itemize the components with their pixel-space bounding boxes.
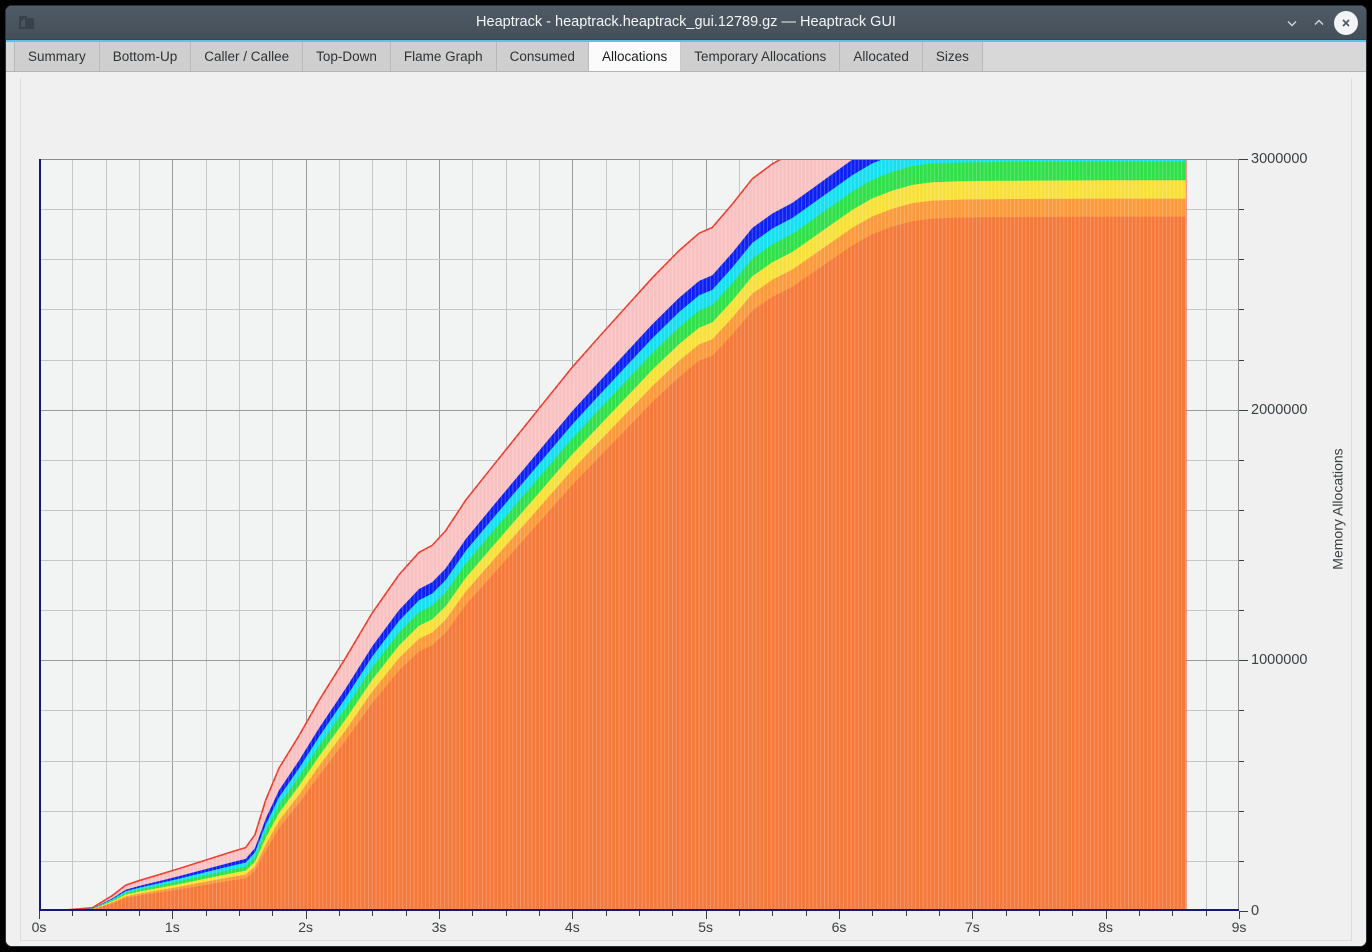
x-tick-label: 4s [565, 919, 580, 935]
y-tick [1239, 761, 1244, 762]
y-tick [1239, 209, 1244, 210]
x-tick [472, 911, 473, 916]
x-tick [772, 911, 773, 916]
y-axis-line [39, 159, 41, 911]
tab-consumed[interactable]: Consumed [497, 42, 589, 71]
x-tick [172, 911, 173, 919]
x-tick-label: 6s [832, 919, 847, 935]
x-tick [439, 911, 440, 919]
tab-caller-callee[interactable]: Caller / Callee [191, 42, 303, 71]
stacked-area-series [39, 159, 1239, 911]
tab-allocated[interactable]: Allocated [840, 42, 923, 71]
y-tick [1239, 159, 1248, 160]
y-tick-label: 3000000 [1251, 151, 1307, 167]
x-tick [672, 911, 673, 916]
x-tick [972, 911, 973, 919]
plot-area[interactable] [39, 159, 1239, 911]
x-tick [372, 911, 373, 916]
x-tick-label: 7s [965, 919, 980, 935]
x-axis-labels: 0s1s2s3s4s5s6s7s8s9s [39, 919, 1239, 939]
x-tick [606, 911, 607, 916]
allocations-chart[interactable]: 0s1s2s3s4s5s6s7s8s9s Elapsed Time 010000… [20, 78, 1352, 941]
window-title: Heaptrack - heaptrack.heaptrack_gui.1278… [6, 6, 1366, 39]
x-tick [1206, 911, 1207, 916]
tab-temporary-allocations[interactable]: Temporary Allocations [681, 42, 840, 71]
y-tick [1239, 460, 1244, 461]
y-tick [1239, 861, 1244, 862]
x-tick [872, 911, 873, 916]
x-tick [206, 911, 207, 916]
x-tick [39, 911, 40, 919]
plot-top-border [39, 159, 1239, 160]
tab-summary[interactable]: Summary [14, 42, 100, 71]
x-tick-label: 1s [165, 919, 180, 935]
window-controls [1280, 6, 1358, 39]
maximize-button[interactable] [1307, 11, 1331, 35]
y-tick [1239, 410, 1248, 411]
content-area: 0s1s2s3s4s5s6s7s8s9s Elapsed Time 010000… [6, 72, 1366, 946]
tab-sizes[interactable]: Sizes [923, 42, 983, 71]
x-tick [239, 911, 240, 916]
x-tick [639, 911, 640, 916]
tab-bar: SummaryBottom-UpCaller / CalleeTop-DownF… [6, 40, 1366, 72]
x-tick [739, 911, 740, 916]
x-tick [139, 911, 140, 916]
x-tick-label: 5s [698, 919, 713, 935]
series-primary-allocations [39, 217, 1186, 911]
tab-allocations[interactable]: Allocations [589, 42, 681, 71]
x-tick [106, 911, 107, 916]
x-tick [1239, 911, 1240, 919]
x-tick [1106, 911, 1107, 919]
y-tick [1239, 911, 1248, 912]
x-tick-label: 9s [1232, 919, 1247, 935]
y-tick [1239, 259, 1244, 260]
tab-list: SummaryBottom-UpCaller / CalleeTop-DownF… [14, 42, 983, 71]
x-tick [1072, 911, 1073, 916]
x-tick-label: 2s [298, 919, 313, 935]
x-axis-ticks [39, 911, 1239, 919]
x-tick [339, 911, 340, 916]
x-tick [939, 911, 940, 916]
y-tick [1239, 710, 1244, 711]
tab-flame-graph[interactable]: Flame Graph [391, 42, 497, 71]
x-tick [406, 911, 407, 916]
x-tick [1039, 911, 1040, 916]
x-tick [72, 911, 73, 916]
y-tick-label: 1000000 [1251, 652, 1307, 668]
application-window: Heaptrack - heaptrack.heaptrack_gui.1278… [6, 6, 1366, 946]
minimize-button[interactable] [1280, 11, 1304, 35]
x-tick [839, 911, 840, 919]
close-button[interactable] [1334, 11, 1358, 35]
y-tick [1239, 660, 1248, 661]
x-tick [1172, 911, 1173, 916]
tab-bottom-up[interactable]: Bottom-Up [100, 42, 192, 71]
y-axis-title-text: Memory Allocations [1330, 448, 1346, 569]
x-tick [906, 911, 907, 916]
y-axis-title: Memory Allocations [1327, 78, 1349, 940]
y-tick [1239, 811, 1244, 812]
x-tick [272, 911, 273, 916]
y-tick [1239, 610, 1244, 611]
x-tick-label: 8s [1098, 919, 1113, 935]
y-tick [1239, 510, 1244, 511]
x-tick [1006, 911, 1007, 916]
title-bar: Heaptrack - heaptrack.heaptrack_gui.1278… [6, 6, 1366, 40]
x-tick [706, 911, 707, 919]
x-tick [306, 911, 307, 919]
y-tick [1239, 360, 1244, 361]
y-tick-label: 2000000 [1251, 402, 1307, 418]
y-tick [1239, 309, 1244, 310]
tab-top-down[interactable]: Top-Down [303, 42, 391, 71]
x-tick [1139, 911, 1140, 916]
x-tick-label: 0s [32, 919, 47, 935]
x-tick [572, 911, 573, 919]
y-tick [1239, 560, 1244, 561]
x-tick-label: 3s [432, 919, 447, 935]
x-tick [539, 911, 540, 916]
y-tick-label: 0 [1251, 903, 1259, 919]
x-tick [806, 911, 807, 916]
y-axis-ticks [1239, 159, 1248, 911]
x-tick [506, 911, 507, 916]
